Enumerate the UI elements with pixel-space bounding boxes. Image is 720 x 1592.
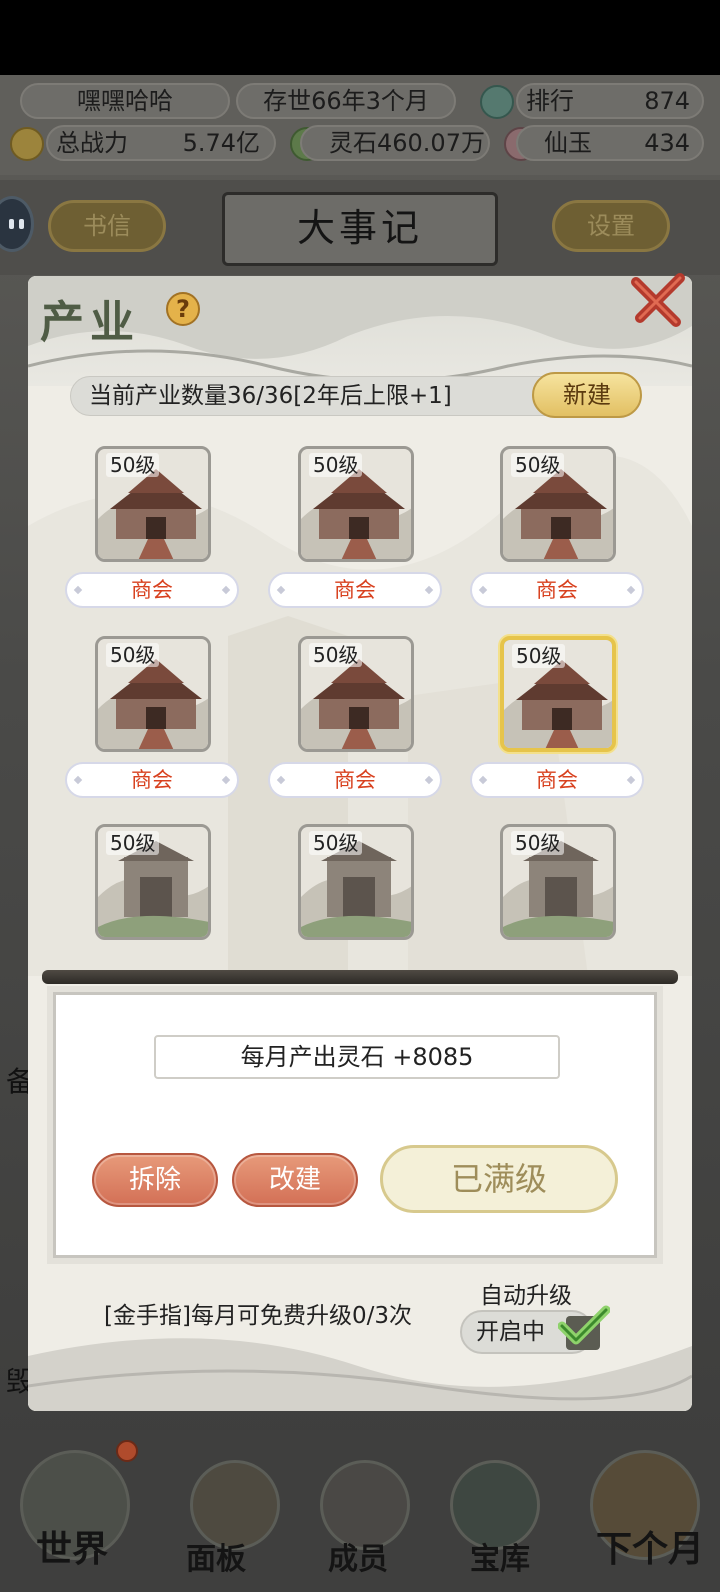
industry-type-label: 商会 [268, 572, 442, 608]
age-display: 存世66年3个月 [236, 83, 456, 119]
spirit-stone-display: 灵石460.07万 [300, 125, 490, 161]
industry-tile[interactable]: 50级 [95, 824, 211, 940]
industry-type-label: 商会 [65, 762, 239, 798]
settings-button[interactable]: 设置 [552, 200, 670, 252]
industry-type-label: 商会 [268, 762, 442, 798]
tile-level: 50级 [309, 453, 363, 477]
checkmark-icon [558, 1305, 610, 1345]
industry-count: 当前产业数量36/36[2年后上限+1] [70, 376, 570, 416]
industry-tile[interactable]: 50级 [95, 636, 211, 752]
rank-display[interactable]: 排行 874 [516, 83, 704, 119]
industry-tile[interactable]: 50级 [95, 446, 211, 562]
tile-level: 50级 [309, 831, 363, 855]
industry-tile[interactable]: 50级 [298, 636, 414, 752]
new-build-button[interactable]: 新建 [532, 372, 642, 418]
industry-tile[interactable]: 50级 [298, 824, 414, 940]
demolish-button[interactable]: 拆除 [92, 1153, 218, 1207]
next-month-button[interactable]: 下个月 [596, 1520, 704, 1572]
rank-icon [480, 85, 514, 119]
power-value: 5.74亿 [182, 129, 260, 157]
max-level-button[interactable]: 已满级 [380, 1145, 618, 1213]
panel-button[interactable]: 面板 [186, 1534, 246, 1578]
jade-label: 仙玉 [544, 129, 592, 157]
free-upgrade-info: [金手指]每月可免费升级0/3次 [104, 1303, 412, 1329]
chat-icon[interactable] [0, 196, 34, 252]
dialog-title: 产业 [40, 297, 140, 348]
industry-detail-panel: 每月产出灵石 +8085 拆除 改建 已满级 [53, 992, 657, 1258]
industry-type-label: 商会 [470, 762, 644, 798]
treasury-button[interactable]: 宝库 [470, 1534, 530, 1578]
jade-display: 仙玉 434 [516, 125, 704, 161]
jade-value: 434 [644, 129, 690, 157]
world-button[interactable]: 世界 [36, 1520, 108, 1572]
tile-level: 50级 [511, 453, 565, 477]
monthly-output: 每月产出灵石 +8085 [154, 1035, 560, 1079]
notification-dot [116, 1440, 138, 1462]
status-bar [0, 0, 720, 75]
tile-level: 50级 [106, 453, 160, 477]
event-log-banner[interactable]: 大事记 [222, 192, 498, 266]
top-info-bar: 嘿嘿哈哈 存世66年3个月 排行 874 总战力 5.74亿 灵石460.07万… [0, 75, 720, 175]
power-label: 总战力 [56, 129, 128, 157]
industry-tile[interactable]: 50级 [500, 446, 616, 562]
help-icon[interactable]: ? [166, 292, 200, 326]
tile-level: 50级 [512, 644, 566, 668]
player-name: 嘿嘿哈哈 [20, 83, 230, 119]
industry-tile[interactable]: 50级 [298, 446, 414, 562]
rank-value: 874 [644, 87, 690, 115]
power-icon [10, 127, 44, 161]
scroll-divider [42, 970, 678, 984]
dialog-header: 产业 ? [28, 276, 692, 386]
tile-level: 50级 [106, 643, 160, 667]
rebuild-button[interactable]: 改建 [232, 1153, 358, 1207]
rank-label: 排行 [526, 87, 574, 115]
industry-tile[interactable]: 50级 [500, 636, 616, 752]
game-screen: 嘿嘿哈哈 存世66年3个月 排行 874 总战力 5.74亿 灵石460.07万… [0, 0, 720, 1592]
letters-button[interactable]: 书信 [48, 200, 166, 252]
close-icon[interactable] [628, 270, 688, 330]
industry-type-label: 商会 [65, 572, 239, 608]
members-button[interactable]: 成员 [328, 1534, 388, 1578]
industry-dialog: 产业 ? 当前产业数量36/36[2年后上限+1] 新建 50级 商会 50级 商会 5… [28, 276, 692, 1411]
industry-type-label: 商会 [470, 572, 644, 608]
industry-tile[interactable]: 50级 [500, 824, 616, 940]
tile-level: 50级 [511, 831, 565, 855]
tile-level: 50级 [309, 643, 363, 667]
tile-level: 50级 [106, 831, 160, 855]
power-display: 总战力 5.74亿 [46, 125, 276, 161]
